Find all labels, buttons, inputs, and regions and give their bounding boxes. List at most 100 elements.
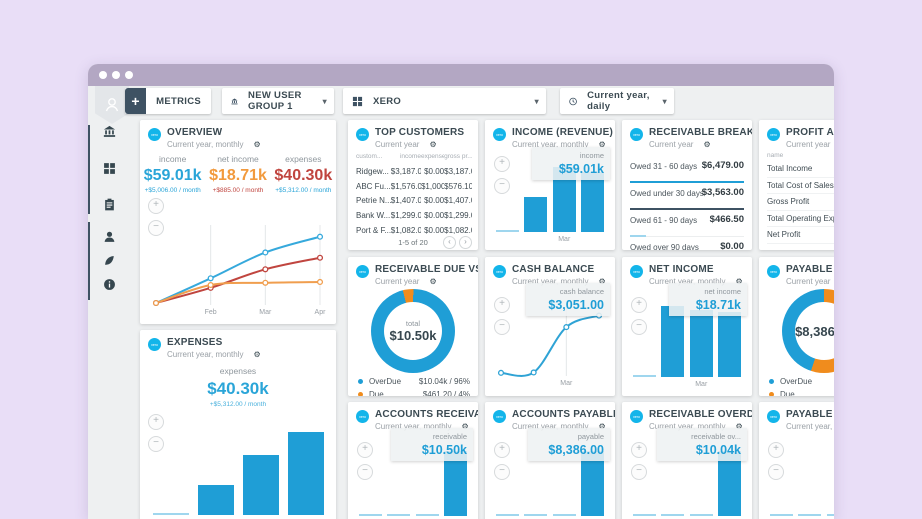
card-subtitle: Current year, monthly <box>167 140 243 149</box>
donut-chart: $8,386.00 <box>782 289 834 373</box>
sidebar-item-dashboards[interactable] <box>103 162 116 175</box>
gear-icon[interactable]: ⚙ <box>253 140 260 149</box>
zoom-in-button[interactable]: + <box>148 414 164 430</box>
window-dot-icon[interactable] <box>125 71 133 79</box>
sidebar-item-account[interactable] <box>103 230 116 243</box>
gear-icon[interactable]: ⚙ <box>429 277 436 286</box>
chart-tooltip: receivable ov... $10.04k <box>657 428 747 461</box>
table-row: ABC Fu...$1,576.00$1,000.00$576.10 <box>356 179 472 194</box>
breakdown-label: Owed under 30 days <box>630 189 704 198</box>
metric-value: $40.30k <box>271 167 336 185</box>
zoom-out-button[interactable]: − <box>631 319 647 335</box>
card-receivable-due-vs-overdue: xero RECEIVABLE DUE VS OVERDUE Current y… <box>348 257 478 396</box>
expenses-metric: expenses $40.30k +$5,312.00 / month <box>140 366 336 408</box>
user-icon <box>103 230 116 243</box>
zoom-out-button[interactable]: − <box>148 220 164 236</box>
metrics-button-label: METRICS <box>146 96 211 107</box>
next-page-button[interactable]: › <box>459 236 472 249</box>
xero-badge-icon: xero <box>356 128 369 141</box>
zoom-out-button[interactable]: − <box>631 464 647 480</box>
table-cell: Ridgew... <box>356 167 391 176</box>
zoom-out-button[interactable]: − <box>768 464 784 480</box>
tooltip-label: cash balance <box>532 287 604 296</box>
card-receivable-overdue: xero RECEIVABLE OVERDUE Current year, mo… <box>622 402 752 519</box>
chart-tooltip: receivable $10.50k <box>391 428 473 461</box>
zoom-out-button[interactable]: − <box>148 436 164 452</box>
card-top-customers: xero TOP CUSTOMERS Current year⚙ custom.… <box>348 120 478 250</box>
table-cell: $3,187.00 <box>391 167 421 176</box>
clock-icon <box>569 96 577 107</box>
zoom-out-button[interactable]: − <box>494 178 510 194</box>
gear-icon[interactable]: ⚙ <box>703 140 710 149</box>
sidebar-item-themes[interactable] <box>103 254 116 267</box>
card-title: ACCOUNTS RECEIVABLE <box>375 409 472 420</box>
data-source-dropdown[interactable]: XERO ▾ <box>343 88 546 114</box>
card-subtitle: Current year <box>649 140 693 149</box>
card-accounts-receivable: xero ACCOUNTS RECEIVABLE Current year, m… <box>348 402 478 519</box>
xero-badge-icon: xero <box>630 128 643 141</box>
card-subtitle: Current year <box>375 140 419 149</box>
xero-badge-icon: xero <box>493 410 506 423</box>
window-dot-icon[interactable] <box>99 71 107 79</box>
card-header: xero OVERVIEW Current year, monthly⚙ <box>148 127 330 149</box>
chevron-down-icon: ▾ <box>663 97 667 106</box>
zoom-in-button[interactable]: + <box>631 297 647 313</box>
sidebar-item-info[interactable] <box>103 278 116 291</box>
legend-dot-icon <box>358 392 363 396</box>
metric-delta: +$5,312.00 / month <box>140 401 336 408</box>
bar-slot <box>238 425 283 515</box>
metric-expenses: expenses $40.30k +$5,312.00 / month <box>271 154 336 194</box>
zoom-in-button[interactable]: + <box>494 297 510 313</box>
xero-badge-icon: xero <box>767 128 780 141</box>
card-title: EXPENSES <box>167 337 330 348</box>
bar <box>387 514 410 516</box>
table-cell: Petrie N... <box>356 196 391 205</box>
card-subtitle: Current year <box>375 277 419 286</box>
tooltip-value: $10.04k <box>663 443 741 457</box>
legend-dot-icon <box>769 379 774 384</box>
card-title: ACCOUNTS PAYABLE <box>512 409 609 420</box>
window-dot-icon[interactable] <box>112 71 120 79</box>
breakdown-row: Owed over 90 days$0.00 <box>630 237 744 250</box>
metric-label: income <box>140 154 205 164</box>
gear-icon[interactable]: ⚙ <box>429 140 436 149</box>
gear-icon[interactable]: ⚙ <box>253 350 260 359</box>
sidebar-item-reports[interactable] <box>103 198 116 211</box>
bar <box>153 513 189 515</box>
bank-icon <box>231 96 238 107</box>
bar <box>661 514 684 516</box>
prev-page-button[interactable]: ‹ <box>443 236 456 249</box>
zoom-out-button[interactable]: − <box>494 319 510 335</box>
chart-tooltip: cash balance $3,051.00 <box>526 283 610 316</box>
xero-badge-icon: xero <box>767 410 780 423</box>
zoom-out-button[interactable]: − <box>357 464 373 480</box>
zoom-in-button[interactable]: + <box>357 442 373 458</box>
card-cash-balance: xero CASH BALANCE Current year, monthly⚙… <box>485 257 615 396</box>
donut-center-label: total <box>406 319 420 328</box>
zoom-in-button[interactable]: + <box>148 198 164 214</box>
table-cell: $3,187.00 <box>444 167 472 176</box>
table-cell: $1,407.00 <box>444 196 472 205</box>
user-group-dropdown[interactable]: NEW USER GROUP 1 ▾ <box>222 88 334 114</box>
sidebar-item-bank[interactable] <box>103 125 116 138</box>
table-cell: Bank W... <box>356 211 391 220</box>
bar <box>661 306 684 377</box>
breakdown-value: $6,479.00 <box>702 160 744 171</box>
breakdown-list: Owed 31 - 60 days $6,479.00 Owed under 30 … <box>630 156 744 250</box>
bar <box>288 432 324 515</box>
zoom-in-button[interactable]: + <box>631 442 647 458</box>
zoom-in-button[interactable]: + <box>768 442 784 458</box>
metric-delta: +$5,312.00 / month <box>271 187 336 194</box>
card-overview: xero OVERVIEW Current year, monthly⚙ inc… <box>140 120 336 324</box>
add-metrics-button[interactable]: + METRICS <box>125 88 211 114</box>
svg-text:Mar: Mar <box>259 309 272 316</box>
metric-value: $59.01k <box>140 167 205 185</box>
zoom-in-button[interactable]: + <box>494 442 510 458</box>
period-dropdown[interactable]: Current year, daily ▾ <box>560 88 674 114</box>
zoom-in-button[interactable]: + <box>494 156 510 172</box>
zoom-out-button[interactable]: − <box>494 464 510 480</box>
breakdown-value: $466.50 <box>710 214 744 225</box>
table-row: Bank W...$1,299.00$0.00$1,299.00 <box>356 208 472 223</box>
table-cell: $576.10 <box>444 182 472 191</box>
breakdown-label: Owed 31 - 60 days <box>630 162 697 171</box>
